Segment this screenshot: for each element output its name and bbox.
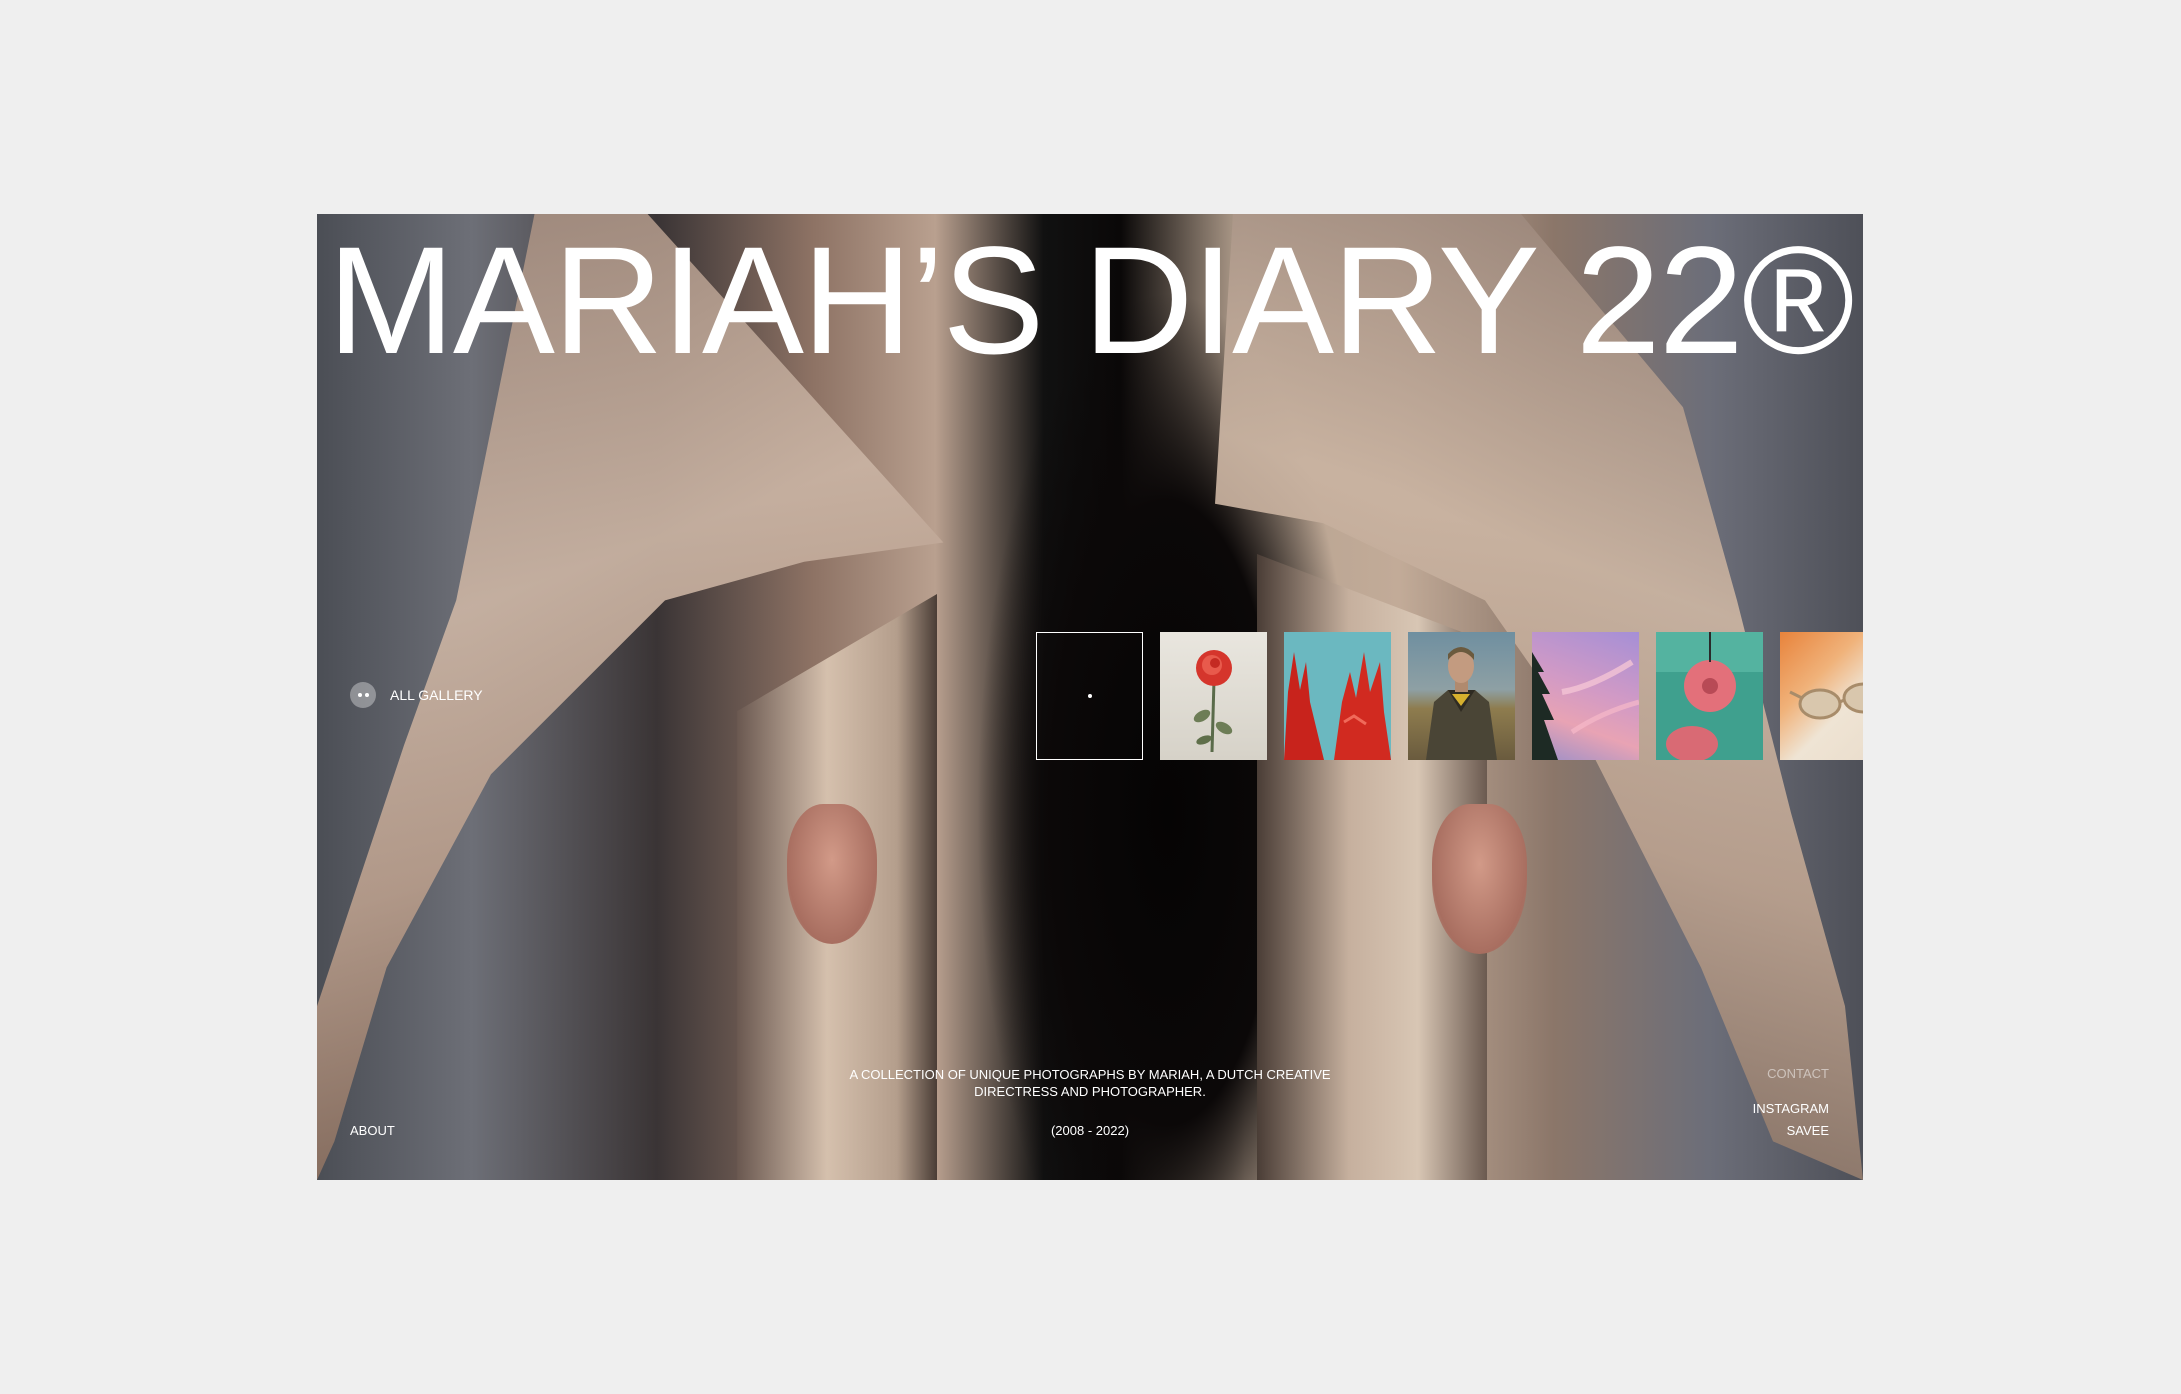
thumbnail-man-in-coat[interactable] <box>1408 632 1515 760</box>
contact-links: CONTACT INSTAGRAM SAVEE <box>1753 1066 1829 1142</box>
two-dots-icon <box>350 682 376 708</box>
site-title: MARIAH’S DIARY 22® <box>327 215 1854 386</box>
year-range: (2008 - 2022) <box>1050 1123 1130 1138</box>
right-hand <box>1432 804 1527 954</box>
thumbnail-strip <box>1036 632 1863 760</box>
left-hand <box>787 804 877 944</box>
about-link[interactable]: ABOUT <box>350 1123 395 1138</box>
collection-description: A COLLECTION OF UNIQUE PHOTOGRAPHS BY MA… <box>849 1067 1331 1099</box>
thumbnail-red-rose[interactable] <box>1160 632 1267 760</box>
dot-icon <box>1087 694 1092 698</box>
instagram-link[interactable]: INSTAGRAM <box>1753 1098 1829 1120</box>
thumbnail-active[interactable] <box>1036 632 1143 760</box>
thumbnail-red-gloves[interactable] <box>1284 632 1391 760</box>
thumbnail-pink-sky-tree[interactable] <box>1532 632 1639 760</box>
thumbnail-sunglasses[interactable] <box>1780 632 1863 760</box>
savee-link[interactable]: SAVEE <box>1753 1120 1829 1142</box>
all-gallery-button[interactable]: ALL GALLERY <box>350 682 483 708</box>
hero-photo: MARIAH’S DIARY 22® ALL GALLERY A COLLECT… <box>317 214 1863 1180</box>
thumbnail-pink-donut[interactable] <box>1656 632 1763 760</box>
all-gallery-label: ALL GALLERY <box>390 687 483 703</box>
contact-label: CONTACT <box>1767 1066 1829 1081</box>
